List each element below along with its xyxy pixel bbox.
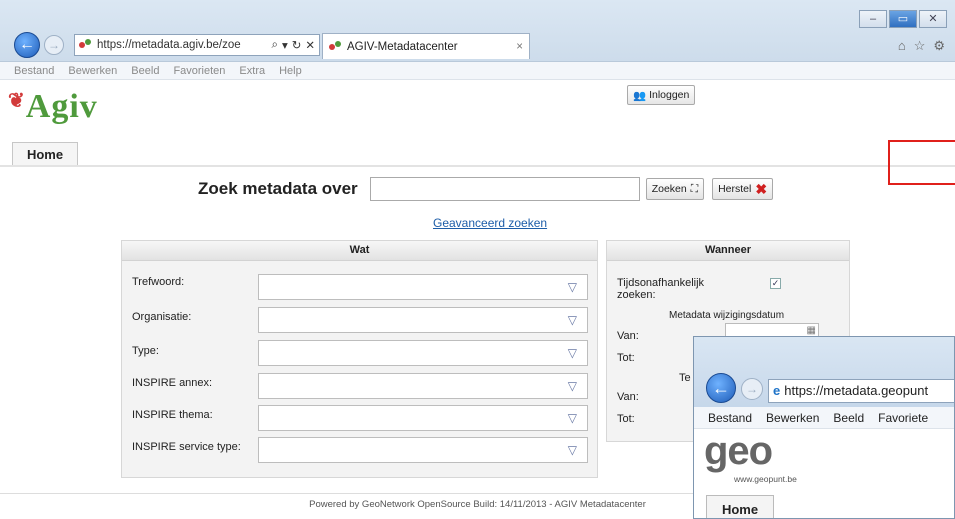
inspire-thema-select[interactable]: ▽ [258, 405, 588, 431]
metadata-date-label: Metadata wijzigingsdatum [669, 310, 785, 321]
tot-label: Tot: [617, 352, 635, 364]
overlay-tab-home[interactable]: Home [706, 495, 774, 518]
browser-chrome: – ▭ ✕ ← → https://metadata.agiv.be/zoe ⌕… [0, 0, 955, 62]
search-label: Zoek metadata over [198, 179, 358, 198]
overlay-menu-beeld[interactable]: Beeld [833, 411, 864, 425]
overlay-url: https://metadata.geopunt [784, 383, 929, 398]
red-x-icon: ✖ [755, 180, 768, 197]
login-button[interactable]: 👥 Inloggen [627, 85, 696, 105]
login-label: Inloggen [649, 89, 690, 101]
agiv-logo[interactable]: ❦Agiv [8, 88, 98, 126]
maximize-button[interactable]: ▭ [889, 10, 917, 28]
timeless-checkbox[interactable]: ✓ [770, 278, 781, 289]
menu-extra[interactable]: Extra [239, 65, 265, 77]
logo-text: Agiv [25, 88, 98, 125]
chevron-down-icon: ▽ [567, 346, 577, 360]
home-icon[interactable]: ⌂ [898, 38, 906, 54]
site-favicon-icon [79, 39, 93, 51]
type-select[interactable]: ▽ [258, 340, 588, 366]
window-controls: – ▭ ✕ [859, 10, 947, 28]
site-favicon-icon [329, 40, 343, 53]
address-url: https://metadata.agiv.be/zoe [97, 39, 241, 51]
wat-panel: Wat Trefwoord: ▽ Organisatie: ▽ Type: ▽ … [121, 240, 598, 478]
minimize-button[interactable]: – [859, 10, 887, 28]
menu-beeld[interactable]: Beeld [131, 65, 159, 77]
refresh-icon[interactable]: ↻ [292, 38, 302, 52]
van-label: Van: [617, 330, 639, 342]
search-row: Zoek metadata over Zoeken ⛶ Herstel ✖ [198, 177, 774, 201]
geopunt-url-text: www.geopunt.be [734, 474, 797, 484]
settings-gear-icon[interactable]: ⚙ [933, 38, 945, 54]
chevron-down-icon: ▽ [567, 379, 577, 393]
back-button[interactable]: ← [14, 32, 40, 58]
chevron-down-icon: ▽ [567, 411, 577, 425]
search-button[interactable]: Zoeken ⛶ [645, 178, 705, 200]
organisatie-select[interactable]: ▽ [258, 307, 588, 333]
geopunt-browser-window: ← → e https://metadata.geopunt Bestand B… [693, 336, 955, 519]
wanneer-panel-title: Wanneer [607, 241, 849, 261]
overlay-back-button[interactable]: ← [706, 373, 736, 403]
field-label-inspire-service-type: INSPIRE service type: [132, 441, 241, 453]
overlay-menu-bewerken[interactable]: Bewerken [766, 411, 819, 425]
menu-bewerken[interactable]: Bewerken [68, 65, 117, 77]
browser-tools: ⌂ ☆ ⚙ [898, 38, 945, 54]
menu-bestand[interactable]: Bestand [14, 65, 54, 77]
overlay-menubar: Bestand Bewerken Beeld Favoriete [694, 407, 954, 429]
overlay-forward-button[interactable]: → [741, 378, 763, 400]
chevron-down-icon: ▽ [567, 313, 577, 327]
divider [0, 165, 955, 167]
tab-title: AGIV-Metadatacenter [347, 40, 458, 53]
field-label-trefwoord: Trefwoord: [132, 276, 185, 288]
reset-button[interactable]: Herstel ✖ [712, 178, 774, 200]
geopunt-logo-text: geo [704, 429, 773, 473]
timeless-label: Tijdsonafhankelijk zoeken: [617, 277, 705, 301]
chevron-down-icon: ▽ [567, 280, 577, 294]
field-label-organisatie: Organisatie: [132, 311, 192, 323]
calendar-icon[interactable]: ▦ [807, 325, 816, 336]
overlay-menu-bestand[interactable]: Bestand [708, 411, 752, 425]
dropdown-icon[interactable]: ▾ [282, 38, 288, 52]
geopunt-logo[interactable]: geo [704, 429, 773, 474]
close-tab-icon[interactable]: × [516, 41, 523, 53]
inspire-annex-select[interactable]: ▽ [258, 373, 588, 399]
close-window-button[interactable]: ✕ [919, 10, 947, 28]
users-icon: 👥 [633, 89, 647, 102]
overlay-address-bar[interactable]: e https://metadata.geopunt [768, 379, 954, 403]
field-label-inspire-thema: INSPIRE thema: [132, 409, 213, 421]
inspire-service-type-select[interactable]: ▽ [258, 437, 588, 463]
forward-button[interactable]: → [44, 35, 64, 55]
tab-home[interactable]: Home [12, 142, 78, 166]
trefwoord-select[interactable]: ▽ [258, 274, 588, 300]
search-icon[interactable]: ⌕ [271, 39, 277, 52]
tab-agiv[interactable]: AGIV-Metadatacenter × [322, 33, 530, 59]
field-label-type: Type: [132, 345, 159, 357]
reset-button-label: Herstel [718, 183, 752, 195]
wat-panel-title: Wat [122, 241, 597, 261]
binoculars-icon: ⛶ [690, 182, 699, 195]
search-input[interactable] [369, 177, 640, 201]
tot2-label: Tot: [617, 413, 635, 425]
ie-icon: e [773, 383, 781, 398]
menu-help[interactable]: Help [279, 65, 302, 77]
favorites-star-icon[interactable]: ☆ [914, 38, 926, 54]
address-bar[interactable]: https://metadata.agiv.be/zoe ⌕ ▾ ↻ ✕ [74, 34, 320, 56]
menu-favorieten[interactable]: Favorieten [173, 65, 225, 77]
browser-menubar: Bestand Bewerken Beeld Favorieten Extra … [0, 62, 955, 80]
advanced-search-link[interactable]: Geavanceerd zoeken [433, 216, 547, 230]
chevron-down-icon: ▽ [567, 443, 577, 457]
field-label-inspire-annex: INSPIRE annex: [132, 377, 213, 389]
temporal-label: Te [679, 372, 691, 384]
highlight-box [888, 140, 955, 185]
stop-icon[interactable]: ✕ [305, 38, 315, 52]
search-button-label: Zoeken [651, 183, 687, 195]
overlay-menu-favorieten[interactable]: Favoriete [878, 411, 928, 425]
van2-label: Van: [617, 391, 639, 403]
